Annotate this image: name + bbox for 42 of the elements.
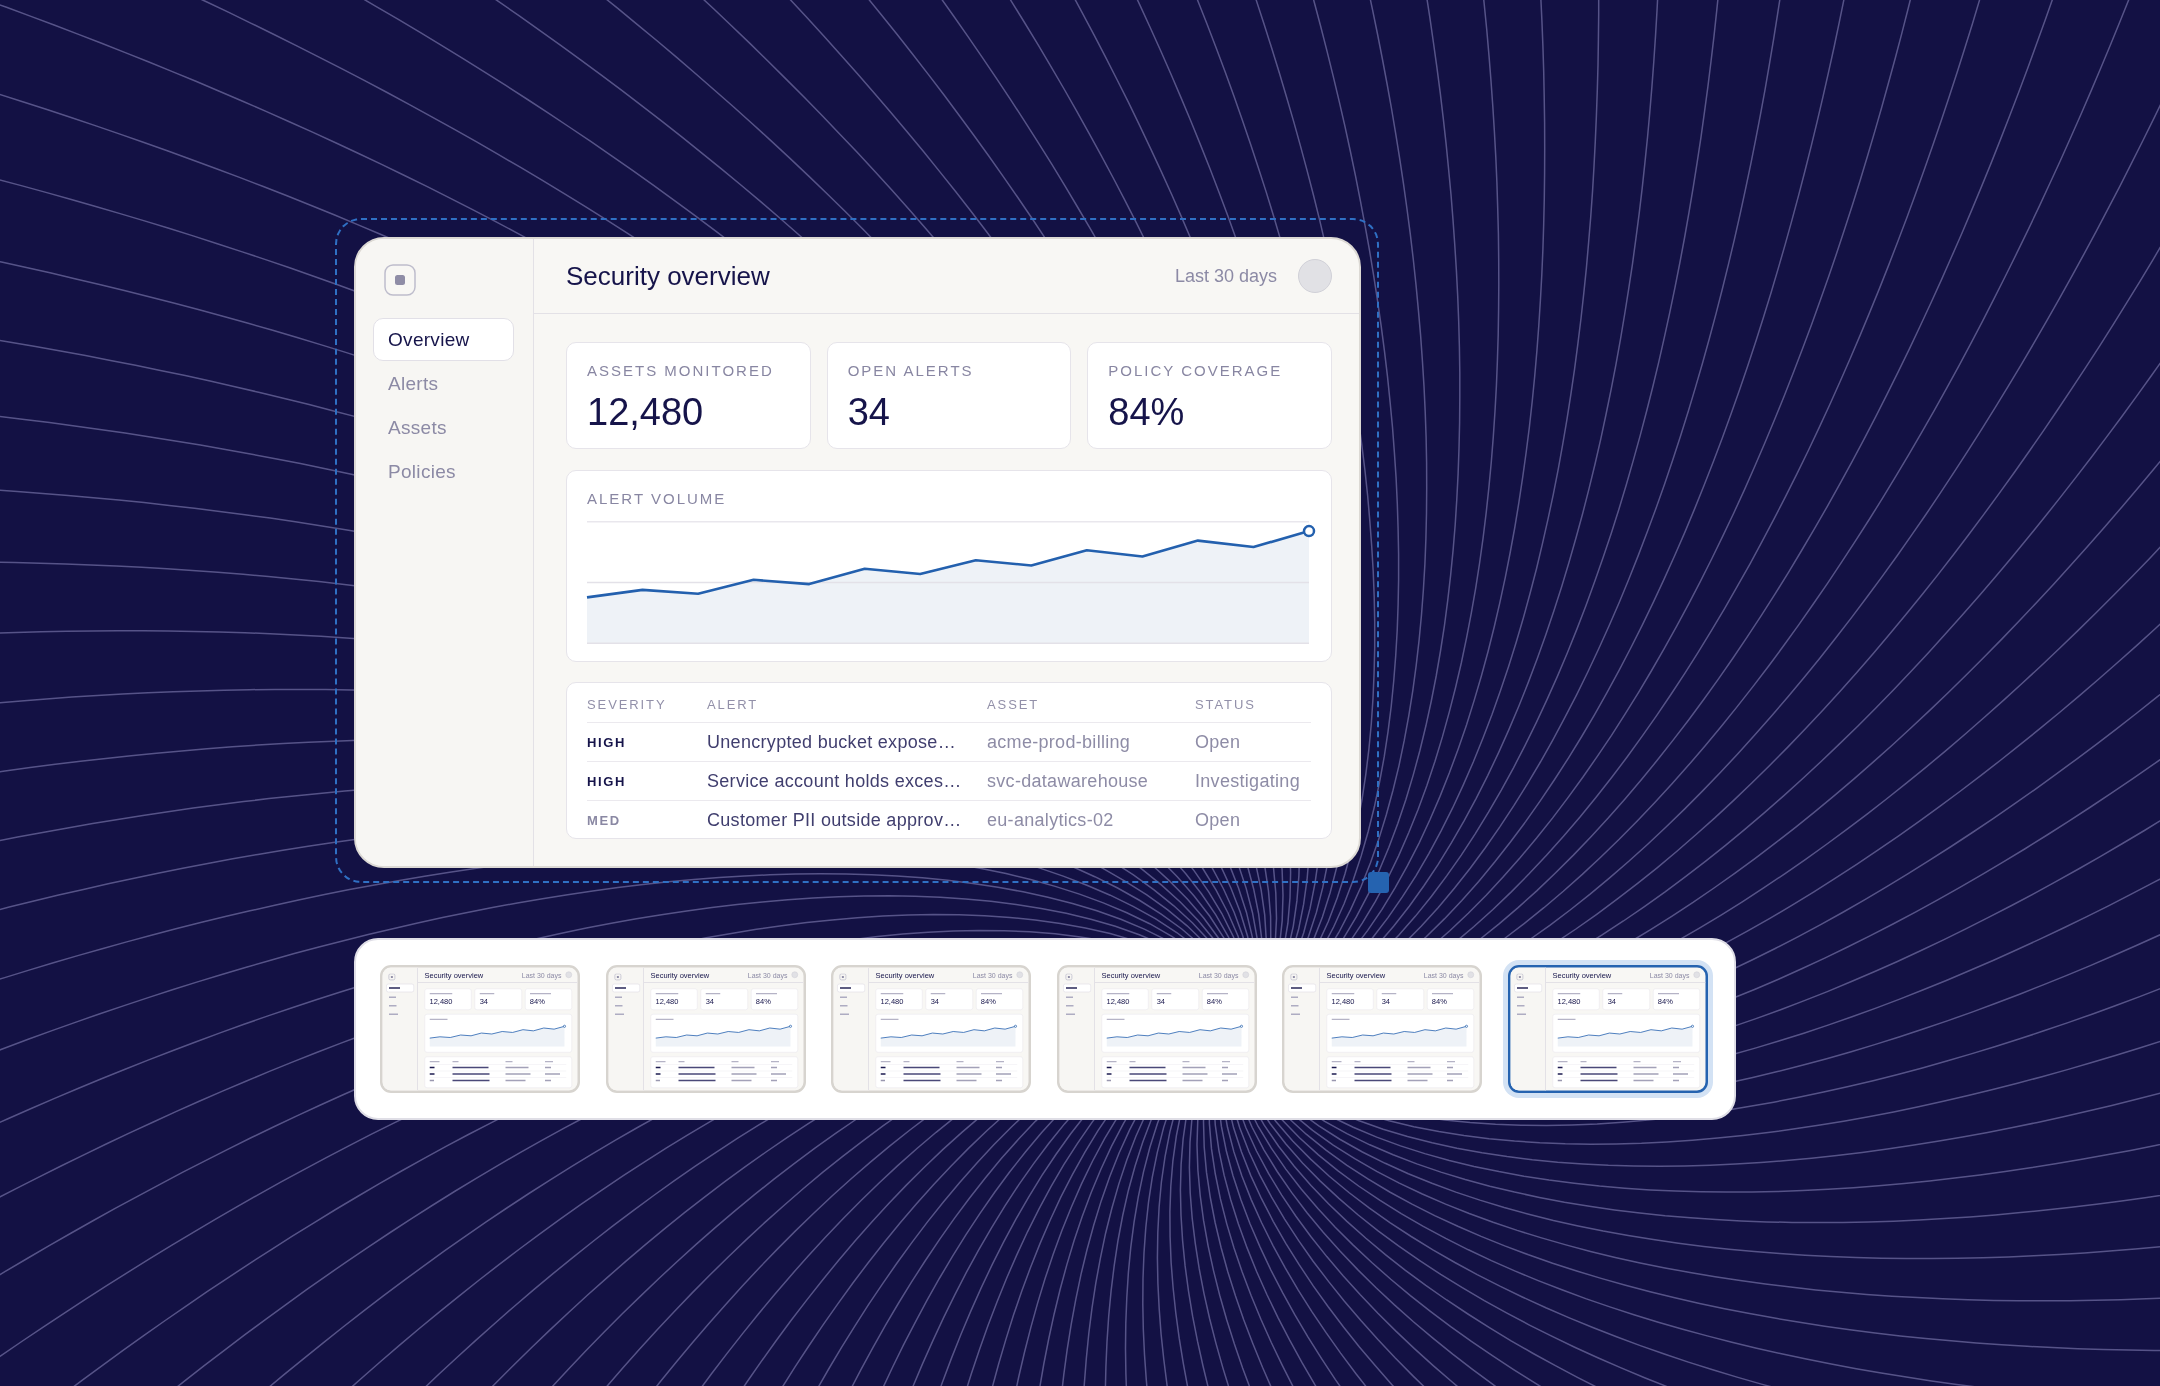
- nav-item[interactable]: Overview: [373, 318, 514, 361]
- stat-value: 12,480: [587, 390, 704, 434]
- column-header: ALERT: [707, 696, 759, 712]
- avatar-icon: [1016, 971, 1023, 978]
- chart-title: ALERT VOLUME: [587, 490, 727, 508]
- severity-cell: HIGH: [587, 773, 626, 789]
- status-cell: Investigating: [1195, 770, 1300, 792]
- alert-cell: Service account holds exces…: [707, 770, 962, 792]
- resize-handle[interactable]: [1368, 872, 1389, 893]
- stat-label: POLICY COVERAGE: [1108, 362, 1283, 380]
- thumbnail-nav-drawing: [386, 973, 415, 1016]
- avatar-icon: [1693, 971, 1700, 978]
- date-range: Last 30 days: [1174, 265, 1277, 287]
- avatar-icon: [1242, 971, 1249, 978]
- stat-value: 84%: [1108, 390, 1185, 434]
- page-title: Security overview: [566, 260, 770, 292]
- avatar-icon: [791, 971, 798, 978]
- status-cell: Open: [1195, 810, 1241, 831]
- thumbnail-nav-drawing: [1062, 973, 1091, 1016]
- thumbnail-nav-drawing: [1288, 973, 1317, 1016]
- asset-cell: eu-analytics-02: [987, 810, 1114, 831]
- status-cell: Open: [1195, 731, 1241, 753]
- thumbnail-nav-drawing: [837, 973, 866, 1016]
- stat-label: ASSETS MONITORED: [587, 362, 774, 380]
- asset-cell: acme-prod-billing: [987, 731, 1131, 753]
- alert-cell: Unencrypted bucket expose…: [707, 731, 956, 753]
- column-header: STATUS: [1195, 696, 1256, 712]
- severity-cell: MED: [587, 813, 621, 828]
- thumbnail-nav-drawing: [1513, 973, 1542, 1016]
- avatar-icon: [565, 971, 572, 978]
- stat-value: 34: [847, 390, 890, 434]
- endpoint-marker-icon: [1302, 524, 1316, 538]
- avatar-icon: [1467, 971, 1474, 978]
- logo-icon: [384, 264, 416, 296]
- thumbnail-nav-drawing: [611, 973, 640, 1016]
- column-header: SEVERITY: [587, 696, 667, 712]
- column-header: ASSET: [987, 696, 1040, 712]
- avatar-icon[interactable]: [1298, 259, 1332, 293]
- asset-cell: svc-datawarehouse: [987, 770, 1149, 792]
- alert-cell: Customer PII outside approv…: [707, 810, 962, 831]
- severity-cell: HIGH: [587, 734, 626, 750]
- stat-label: OPEN ALERTS: [847, 362, 974, 380]
